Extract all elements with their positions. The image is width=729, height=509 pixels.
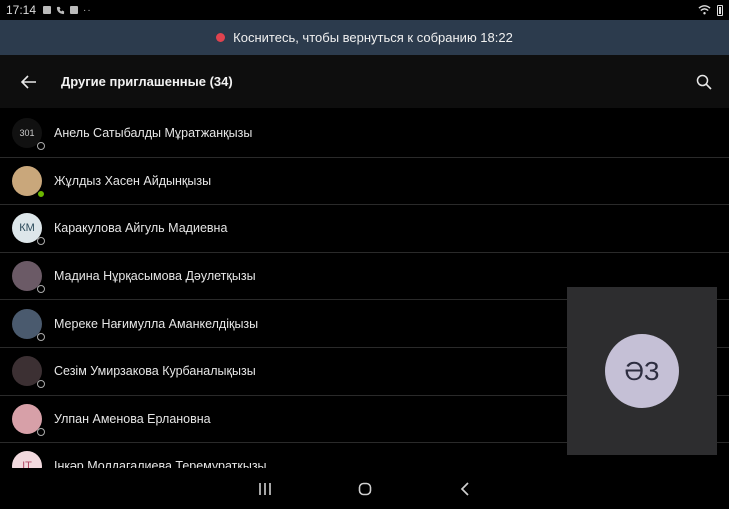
- avatar: [12, 261, 45, 294]
- wifi-icon: [698, 5, 711, 15]
- contact-name: Анель Сатыбалды Мұратжанқызы: [54, 126, 253, 141]
- avatar: 301: [12, 118, 45, 151]
- presence-offline-icon: [37, 237, 45, 246]
- back-arrow-icon[interactable]: [17, 70, 41, 94]
- notification-icons: ··: [43, 5, 92, 16]
- battery-icon: [717, 4, 723, 16]
- system-nav-bar: [0, 468, 729, 509]
- list-item[interactable]: КМ Каракулова Айгуль Мадиевна: [0, 205, 729, 253]
- presence-offline-icon: [37, 285, 45, 294]
- search-icon[interactable]: [694, 72, 714, 92]
- recent-apps-icon[interactable]: [215, 474, 315, 504]
- contact-name: Інкәр Молдагалиева Теремуратқызы: [54, 459, 267, 468]
- more-notifications-icon: ··: [83, 4, 92, 16]
- banner-text: Коснитесь, чтобы вернуться к собранию 18…: [233, 30, 513, 45]
- avatar: КМ: [12, 213, 45, 246]
- presence-offline-icon: [37, 332, 45, 341]
- contact-name: Каракулова Айгуль Мадиевна: [54, 221, 228, 236]
- presence-available-icon: [37, 189, 45, 198]
- list-item[interactable]: Жұлдыз Хасен Айдынқызы: [0, 158, 729, 206]
- app-bar: Другие приглашенные (34): [0, 55, 729, 108]
- self-avatar-initials: ӘЗ: [605, 334, 679, 408]
- return-to-meeting-banner[interactable]: Коснитесь, чтобы вернуться к собранию 18…: [0, 20, 729, 55]
- contact-name: Жұлдыз Хасен Айдынқызы: [54, 173, 212, 188]
- presence-offline-icon: [37, 142, 45, 151]
- back-icon[interactable]: [415, 474, 515, 504]
- avatar-initials: ІТ: [12, 451, 42, 468]
- teams-icon: [70, 6, 79, 14]
- avatar: [12, 308, 45, 341]
- contact-name: Мереке Нағимулла Аманкелдіқызы: [54, 316, 259, 331]
- self-video-tile[interactable]: ӘЗ: [567, 287, 717, 455]
- presence-offline-icon: [37, 380, 45, 389]
- avatar: [12, 165, 45, 198]
- presence-offline-icon: [37, 427, 45, 436]
- gallery-icon: [43, 6, 52, 14]
- avatar: [12, 356, 45, 389]
- status-bar: 17:14 ··: [0, 0, 729, 20]
- avatar: ІТ: [12, 451, 42, 468]
- phone-icon: [56, 6, 65, 14]
- list-item[interactable]: 301 Анель Сатыбалды Мұратжанқызы: [0, 110, 729, 158]
- page-title: Другие приглашенные (34): [61, 74, 233, 89]
- home-icon[interactable]: [315, 474, 415, 504]
- avatar: [12, 403, 45, 436]
- contact-name: Мадина Нұрқасымова Дәулетқызы: [54, 269, 256, 284]
- contact-name: Сезім Умирзакова Курбаналықызы: [54, 364, 256, 379]
- recording-dot-icon: [216, 33, 226, 42]
- clock: 17:14: [6, 3, 37, 17]
- contact-name: Улпан Аменова Ерлановна: [54, 411, 211, 426]
